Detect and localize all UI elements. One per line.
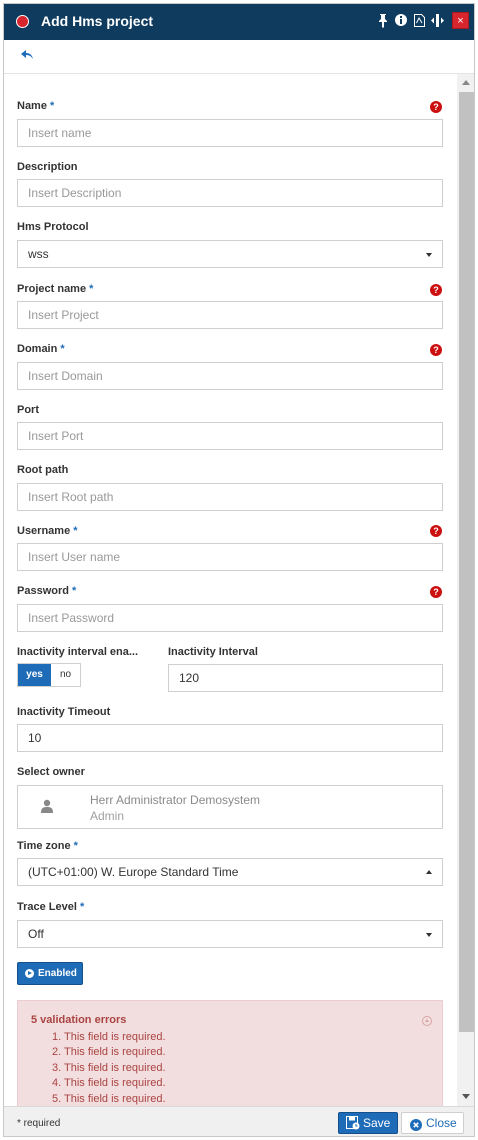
inactivity-interval-label: Inactivity Interval [168,646,258,658]
validation-errors-title: 5 validation errors [31,1014,127,1026]
pin-icon[interactable] [376,14,390,30]
window-title: Add Hms project [41,13,154,29]
inactivity-enabled-label: Inactivity interval ena... [17,646,139,658]
name-label: Name * [17,100,55,112]
domain-label: Domain * [17,343,65,355]
scroll-up-icon[interactable] [462,80,470,85]
form-content: Name * ? Description Hms Protocol wss Pr… [4,74,457,1106]
close-button[interactable]: Close [401,1112,464,1134]
status-dot-icon [16,15,29,28]
inactivity-enabled-toggle: yes no [17,663,81,687]
inactivity-timeout-input[interactable] [17,724,443,752]
pdf-icon[interactable] [412,14,426,30]
hms-protocol-label: Hms Protocol [17,221,89,233]
back-arrow-icon[interactable] [20,48,34,66]
time-zone-value: (UTC+01:00) W. Europe Standard Time [28,865,239,879]
trace-level-label: Trace Level * [17,901,85,913]
save-button[interactable]: Save [338,1112,398,1134]
owner-role: Admin [90,809,125,823]
inactivity-timeout-label: Inactivity Timeout [17,706,111,718]
help-icon[interactable]: ? [430,101,442,113]
footer: * required Save Close [4,1106,474,1136]
owner-name: Herr Administrator Demosystem [90,793,261,807]
error-item: 5. This field is required. [52,1093,166,1105]
dialog-window: Add Hms project × Name * ? Description H [3,3,475,1137]
resize-icon[interactable] [430,14,444,30]
title-bar: Add Hms project × [4,4,474,40]
scroll-thumb[interactable] [459,92,474,1032]
info-icon[interactable] [394,14,408,30]
toggle-no-button[interactable]: no [51,664,80,686]
root-path-input[interactable] [17,483,443,511]
chevron-up-icon [426,870,432,874]
select-owner-label: Select owner [17,766,85,778]
trace-level-select[interactable]: Off [17,920,443,948]
required-note: * required [17,1118,61,1129]
port-input[interactable] [17,422,443,450]
name-input[interactable] [17,119,443,147]
hms-protocol-value: wss [28,247,49,261]
help-icon[interactable]: ? [430,344,442,356]
trace-level-value: Off [28,927,44,941]
domain-input[interactable] [17,362,443,390]
chevron-down-icon [426,253,432,257]
validation-errors-panel: 5 validation errors 1. This field is req… [17,1000,443,1106]
close-icon: × [457,15,464,27]
help-icon[interactable]: ? [430,284,442,296]
username-label: Username * [17,525,78,537]
username-input[interactable] [17,543,443,571]
enabled-button[interactable]: Enabled [17,962,83,985]
time-zone-label: Time zone * [17,840,78,852]
chevron-down-icon [426,933,432,937]
password-label: Password * [17,585,77,597]
error-item: 1. This field is required. [52,1031,166,1043]
project-name-label: Project name * [17,283,94,295]
port-label: Port [17,404,39,416]
error-item: 4. This field is required. [52,1077,166,1089]
close-window-button[interactable]: × [452,12,469,29]
vertical-scrollbar[interactable] [457,74,474,1106]
password-input[interactable] [17,604,443,632]
toolbar [4,40,474,74]
close-circle-icon [410,1117,422,1136]
save-icon [346,1116,360,1136]
error-item: 3. This field is required. [52,1062,166,1074]
root-path-label: Root path [17,464,69,476]
description-input[interactable] [17,179,443,207]
scroll-down-icon[interactable] [462,1094,470,1099]
project-name-input[interactable] [17,301,443,329]
error-item: 2. This field is required. [52,1046,166,1058]
help-icon[interactable]: ? [430,586,442,598]
time-zone-select[interactable]: (UTC+01:00) W. Europe Standard Time [17,858,443,886]
toggle-yes-button[interactable]: yes [18,664,51,686]
collapse-icon[interactable] [422,1016,432,1026]
inactivity-interval-input[interactable] [168,664,443,692]
owner-selector[interactable]: Herr Administrator Demosystem Admin [17,785,443,829]
user-icon [40,799,54,818]
description-label: Description [17,161,78,173]
hms-protocol-select[interactable]: wss [17,240,443,268]
help-icon[interactable]: ? [430,525,442,537]
